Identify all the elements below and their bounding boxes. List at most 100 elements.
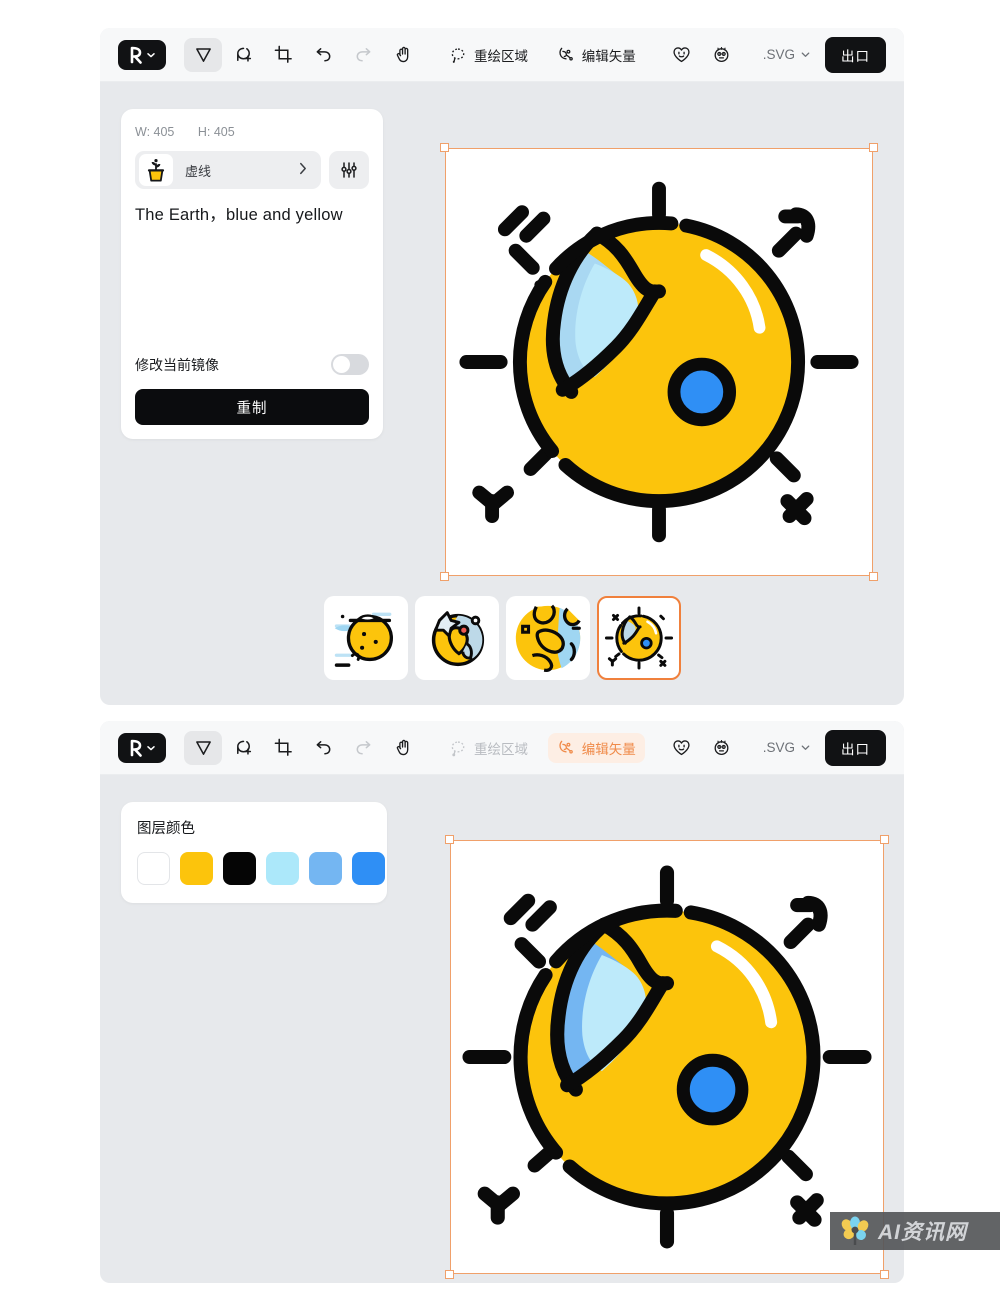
redo-arrow-icon: [356, 741, 370, 755]
pan-tool[interactable]: [384, 38, 422, 72]
variant-2-artwork: [431, 611, 484, 667]
regenerate-button[interactable]: 重制: [135, 389, 369, 425]
brand-r-logo: [130, 739, 142, 757]
export-button[interactable]: 出口: [825, 729, 886, 766]
dimensions-readout: W: 405 H: 405: [135, 125, 369, 139]
color-swatch-list: [137, 852, 385, 885]
thumbnail-strip: [100, 596, 904, 680]
width-value: W: 405: [135, 125, 175, 139]
resize-handle-bottom-left[interactable]: [445, 1270, 454, 1279]
undo-tool[interactable]: [304, 731, 342, 765]
edit-vector-button[interactable]: 编辑矢量: [547, 732, 645, 763]
cursor-arrow-icon: [195, 48, 211, 62]
format-select[interactable]: .SVG: [759, 740, 815, 755]
mirror-toggle[interactable]: [331, 354, 369, 375]
redo-tool[interactable]: [344, 731, 382, 765]
swatch-black[interactable]: [223, 852, 256, 885]
redo-arrow-icon: [356, 48, 370, 62]
thumbnail-variant-4[interactable]: [596, 596, 681, 680]
edit-vector-button[interactable]: 编辑矢量: [548, 40, 645, 70]
toolbar-bottom: 重绘区域 编辑矢量 .SVG 出口: [100, 721, 904, 775]
mirror-row: 修改当前镜像: [135, 354, 369, 375]
dashed-lasso-icon: [451, 740, 465, 756]
crop-tool[interactable]: [264, 38, 302, 72]
swatch-light-cyan[interactable]: [266, 852, 299, 885]
heart-face-button[interactable]: [663, 731, 701, 765]
adjust-settings-button[interactable]: [329, 151, 369, 189]
resize-handle-bottom-left[interactable]: [440, 572, 449, 581]
variant-3-artwork: [515, 604, 581, 672]
canvas-top[interactable]: [440, 143, 878, 581]
prompt-text[interactable]: The Earth，blue and yellow: [135, 202, 369, 350]
brand-logo-button[interactable]: [118, 732, 166, 763]
resize-handle-top-left[interactable]: [445, 835, 454, 844]
canvas-bottom[interactable]: [445, 835, 889, 1279]
lasso-plus-icon: [236, 47, 251, 62]
format-label: .SVG: [762, 740, 795, 755]
watermark-text: AI资讯网: [878, 1221, 967, 1244]
resize-handle-top-right[interactable]: [869, 143, 878, 152]
crop-tool[interactable]: [264, 731, 302, 765]
app-root: 重绘区域 编辑矢量 .SVG 出口 W: 405 H: 405 虚线 The E…: [100, 28, 904, 1283]
edit-vector-label: 编辑矢量: [581, 48, 636, 64]
thumbnail-variant-2[interactable]: [414, 596, 499, 680]
redo-tool[interactable]: [344, 38, 382, 72]
chevron-down-icon: [801, 745, 810, 750]
round-face-button[interactable]: [703, 38, 741, 72]
resize-handle-top-left[interactable]: [440, 143, 449, 152]
vector-pen-icon: [559, 47, 573, 61]
chevron-down-icon: [801, 52, 810, 57]
style-row: 虚线: [135, 151, 369, 189]
add-selection-tool[interactable]: [224, 731, 262, 765]
repaint-region-label: 重绘区域: [474, 48, 528, 64]
format-label: .SVG: [762, 47, 795, 62]
edit-vector-label: 编辑矢量: [581, 741, 636, 757]
editor-body-bottom: 图层颜色: [100, 775, 904, 1283]
vector-pen-icon: [559, 740, 573, 754]
flower-logo-icon: [841, 1216, 869, 1245]
crop-frame-icon: [274, 45, 292, 63]
undo-tool[interactable]: [304, 38, 342, 72]
undo-arrow-icon: [316, 741, 330, 755]
chevron-down-icon: [147, 52, 155, 57]
settings-card: W: 405 H: 405 虚线 The Earth，blue and yell…: [121, 109, 383, 439]
thumbnail-variant-3[interactable]: [505, 596, 590, 680]
swatch-bright-blue[interactable]: [352, 852, 385, 885]
crop-frame-icon: [274, 738, 292, 756]
swatch-white[interactable]: [137, 852, 170, 885]
swatch-yellow[interactable]: [180, 852, 213, 885]
round-smiley-icon: [714, 739, 729, 756]
lasso-plus-icon: [236, 740, 251, 755]
add-selection-tool[interactable]: [224, 38, 262, 72]
dashed-lasso-icon: [451, 47, 465, 63]
cursor-arrow-icon: [195, 741, 211, 755]
heart-face-button[interactable]: [663, 38, 701, 72]
chevron-down-icon: [147, 745, 155, 750]
repaint-region-button[interactable]: 重绘区域: [440, 40, 537, 70]
resize-handle-bottom-right[interactable]: [869, 572, 878, 581]
brand-logo-button[interactable]: [118, 39, 166, 70]
repaint-region-label: 重绘区域: [474, 741, 528, 757]
select-tool[interactable]: [184, 37, 222, 72]
editor-panel-bottom: 重绘区域 编辑矢量 .SVG 出口 图层颜色: [100, 721, 904, 1283]
format-select[interactable]: .SVG: [759, 47, 815, 62]
variant-1-artwork: [334, 612, 393, 667]
undo-arrow-icon: [316, 48, 330, 62]
select-tool[interactable]: [184, 730, 222, 765]
style-selector[interactable]: 虚线: [135, 151, 321, 189]
toggle-knob: [333, 356, 350, 373]
hand-icon: [396, 46, 408, 63]
repaint-region-button[interactable]: 重绘区域: [440, 733, 537, 763]
resize-handle-top-right[interactable]: [880, 835, 889, 844]
pan-tool[interactable]: [384, 731, 422, 765]
swatch-sky-blue[interactable]: [309, 852, 342, 885]
earth-sun-artwork: [462, 865, 872, 1249]
round-face-button[interactable]: [703, 731, 741, 765]
watermark: AI资讯网: [830, 1212, 1000, 1250]
resize-handle-bottom-right[interactable]: [880, 1270, 889, 1279]
export-button[interactable]: 出口: [825, 36, 886, 73]
earth-sun-artwork: [459, 181, 859, 543]
style-chevron: [299, 162, 317, 178]
variant-4-artwork: [604, 606, 673, 670]
thumbnail-variant-1[interactable]: [323, 596, 408, 680]
